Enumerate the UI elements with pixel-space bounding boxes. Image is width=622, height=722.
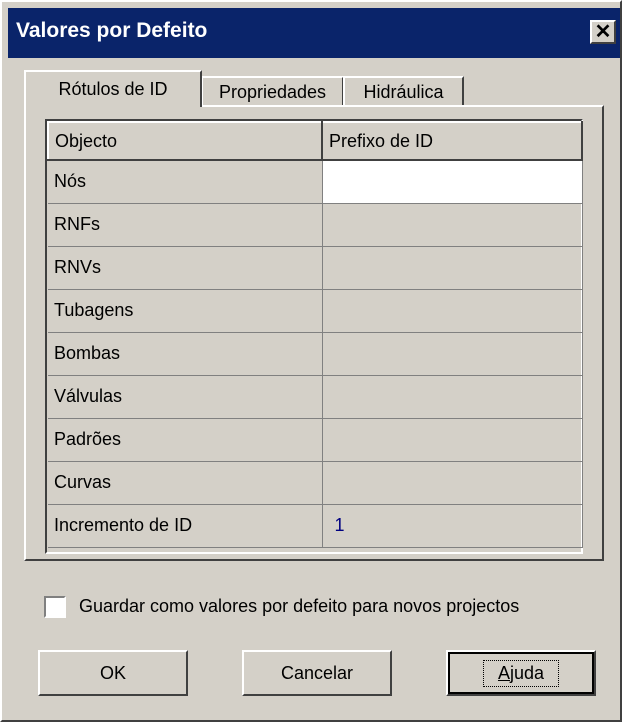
id-labels-table: Objecto Prefixo de ID Nós RNFs RNVs Tuba… bbox=[47, 121, 583, 548]
table-row: Padrões bbox=[48, 418, 583, 462]
table-row: Incremento de ID 1 bbox=[48, 504, 583, 548]
table-row: Válvulas bbox=[48, 375, 583, 419]
help-access-key: A bbox=[497, 662, 510, 683]
tab-hydraulics[interactable]: Hidráulica bbox=[343, 76, 464, 106]
help-button[interactable]: Ajuda bbox=[446, 650, 596, 696]
table-row: Nós bbox=[48, 160, 583, 204]
cancel-button[interactable]: Cancelar bbox=[242, 650, 392, 696]
row-label: Incremento de ID bbox=[48, 504, 323, 548]
window-title: Valores por Defeito bbox=[16, 19, 208, 42]
table-row: RNFs bbox=[48, 203, 583, 247]
tab-id-labels-label: Rótulos de ID bbox=[58, 79, 168, 99]
tab-properties[interactable]: Propriedades bbox=[201, 76, 344, 106]
row-label: Bombas bbox=[48, 332, 323, 376]
row-label: Curvas bbox=[48, 461, 323, 505]
row-label: Válvulas bbox=[48, 375, 323, 419]
title-bar[interactable]: Valores por Defeito ✕ bbox=[8, 8, 620, 58]
cancel-button-label: Cancelar bbox=[280, 662, 354, 683]
id-increment-cell[interactable]: 1 bbox=[322, 504, 583, 548]
table-row: Tubagens bbox=[48, 289, 583, 333]
table-row: Curvas bbox=[48, 461, 583, 505]
row-label: RNVs bbox=[48, 246, 323, 290]
prefix-cell[interactable] bbox=[322, 418, 583, 462]
column-header-id-prefix[interactable]: Prefixo de ID bbox=[321, 121, 583, 161]
table-row: RNVs bbox=[48, 246, 583, 290]
prefix-cell[interactable] bbox=[322, 246, 583, 290]
close-icon: ✕ bbox=[594, 21, 612, 43]
help-label-rest: juda bbox=[509, 662, 545, 683]
grid-header-row: Objecto Prefixo de ID bbox=[47, 121, 583, 161]
tab-id-labels[interactable]: Rótulos de ID bbox=[24, 70, 202, 107]
tab-properties-label: Propriedades bbox=[218, 81, 327, 102]
ok-button-label: OK bbox=[99, 662, 126, 683]
prefix-cell[interactable] bbox=[322, 332, 583, 376]
row-label: Nós bbox=[48, 160, 323, 204]
default-values-dialog: Valores por Defeito ✕ Rótulos de ID Prop… bbox=[0, 0, 622, 722]
prefix-cell[interactable] bbox=[322, 461, 583, 505]
prefix-cell[interactable] bbox=[322, 203, 583, 247]
help-button-label: Ajuda bbox=[482, 659, 560, 687]
ok-button[interactable]: OK bbox=[38, 650, 188, 696]
prefix-cell[interactable] bbox=[322, 289, 583, 333]
column-header-object[interactable]: Objecto bbox=[47, 121, 323, 161]
row-label: Tubagens bbox=[48, 289, 323, 333]
table-row: Bombas bbox=[48, 332, 583, 376]
prefix-cell[interactable] bbox=[322, 375, 583, 419]
row-label: RNFs bbox=[48, 203, 323, 247]
tab-hydraulics-label: Hidráulica bbox=[363, 81, 444, 102]
save-defaults-checkbox[interactable] bbox=[44, 596, 66, 618]
id-labels-grid: Objecto Prefixo de ID Nós RNFs RNVs Tuba… bbox=[45, 119, 583, 554]
row-label: Padrões bbox=[48, 418, 323, 462]
close-button[interactable]: ✕ bbox=[590, 20, 616, 44]
prefix-cell[interactable] bbox=[322, 160, 583, 204]
save-defaults-label[interactable]: Guardar como valores por defeito para no… bbox=[79, 596, 519, 617]
